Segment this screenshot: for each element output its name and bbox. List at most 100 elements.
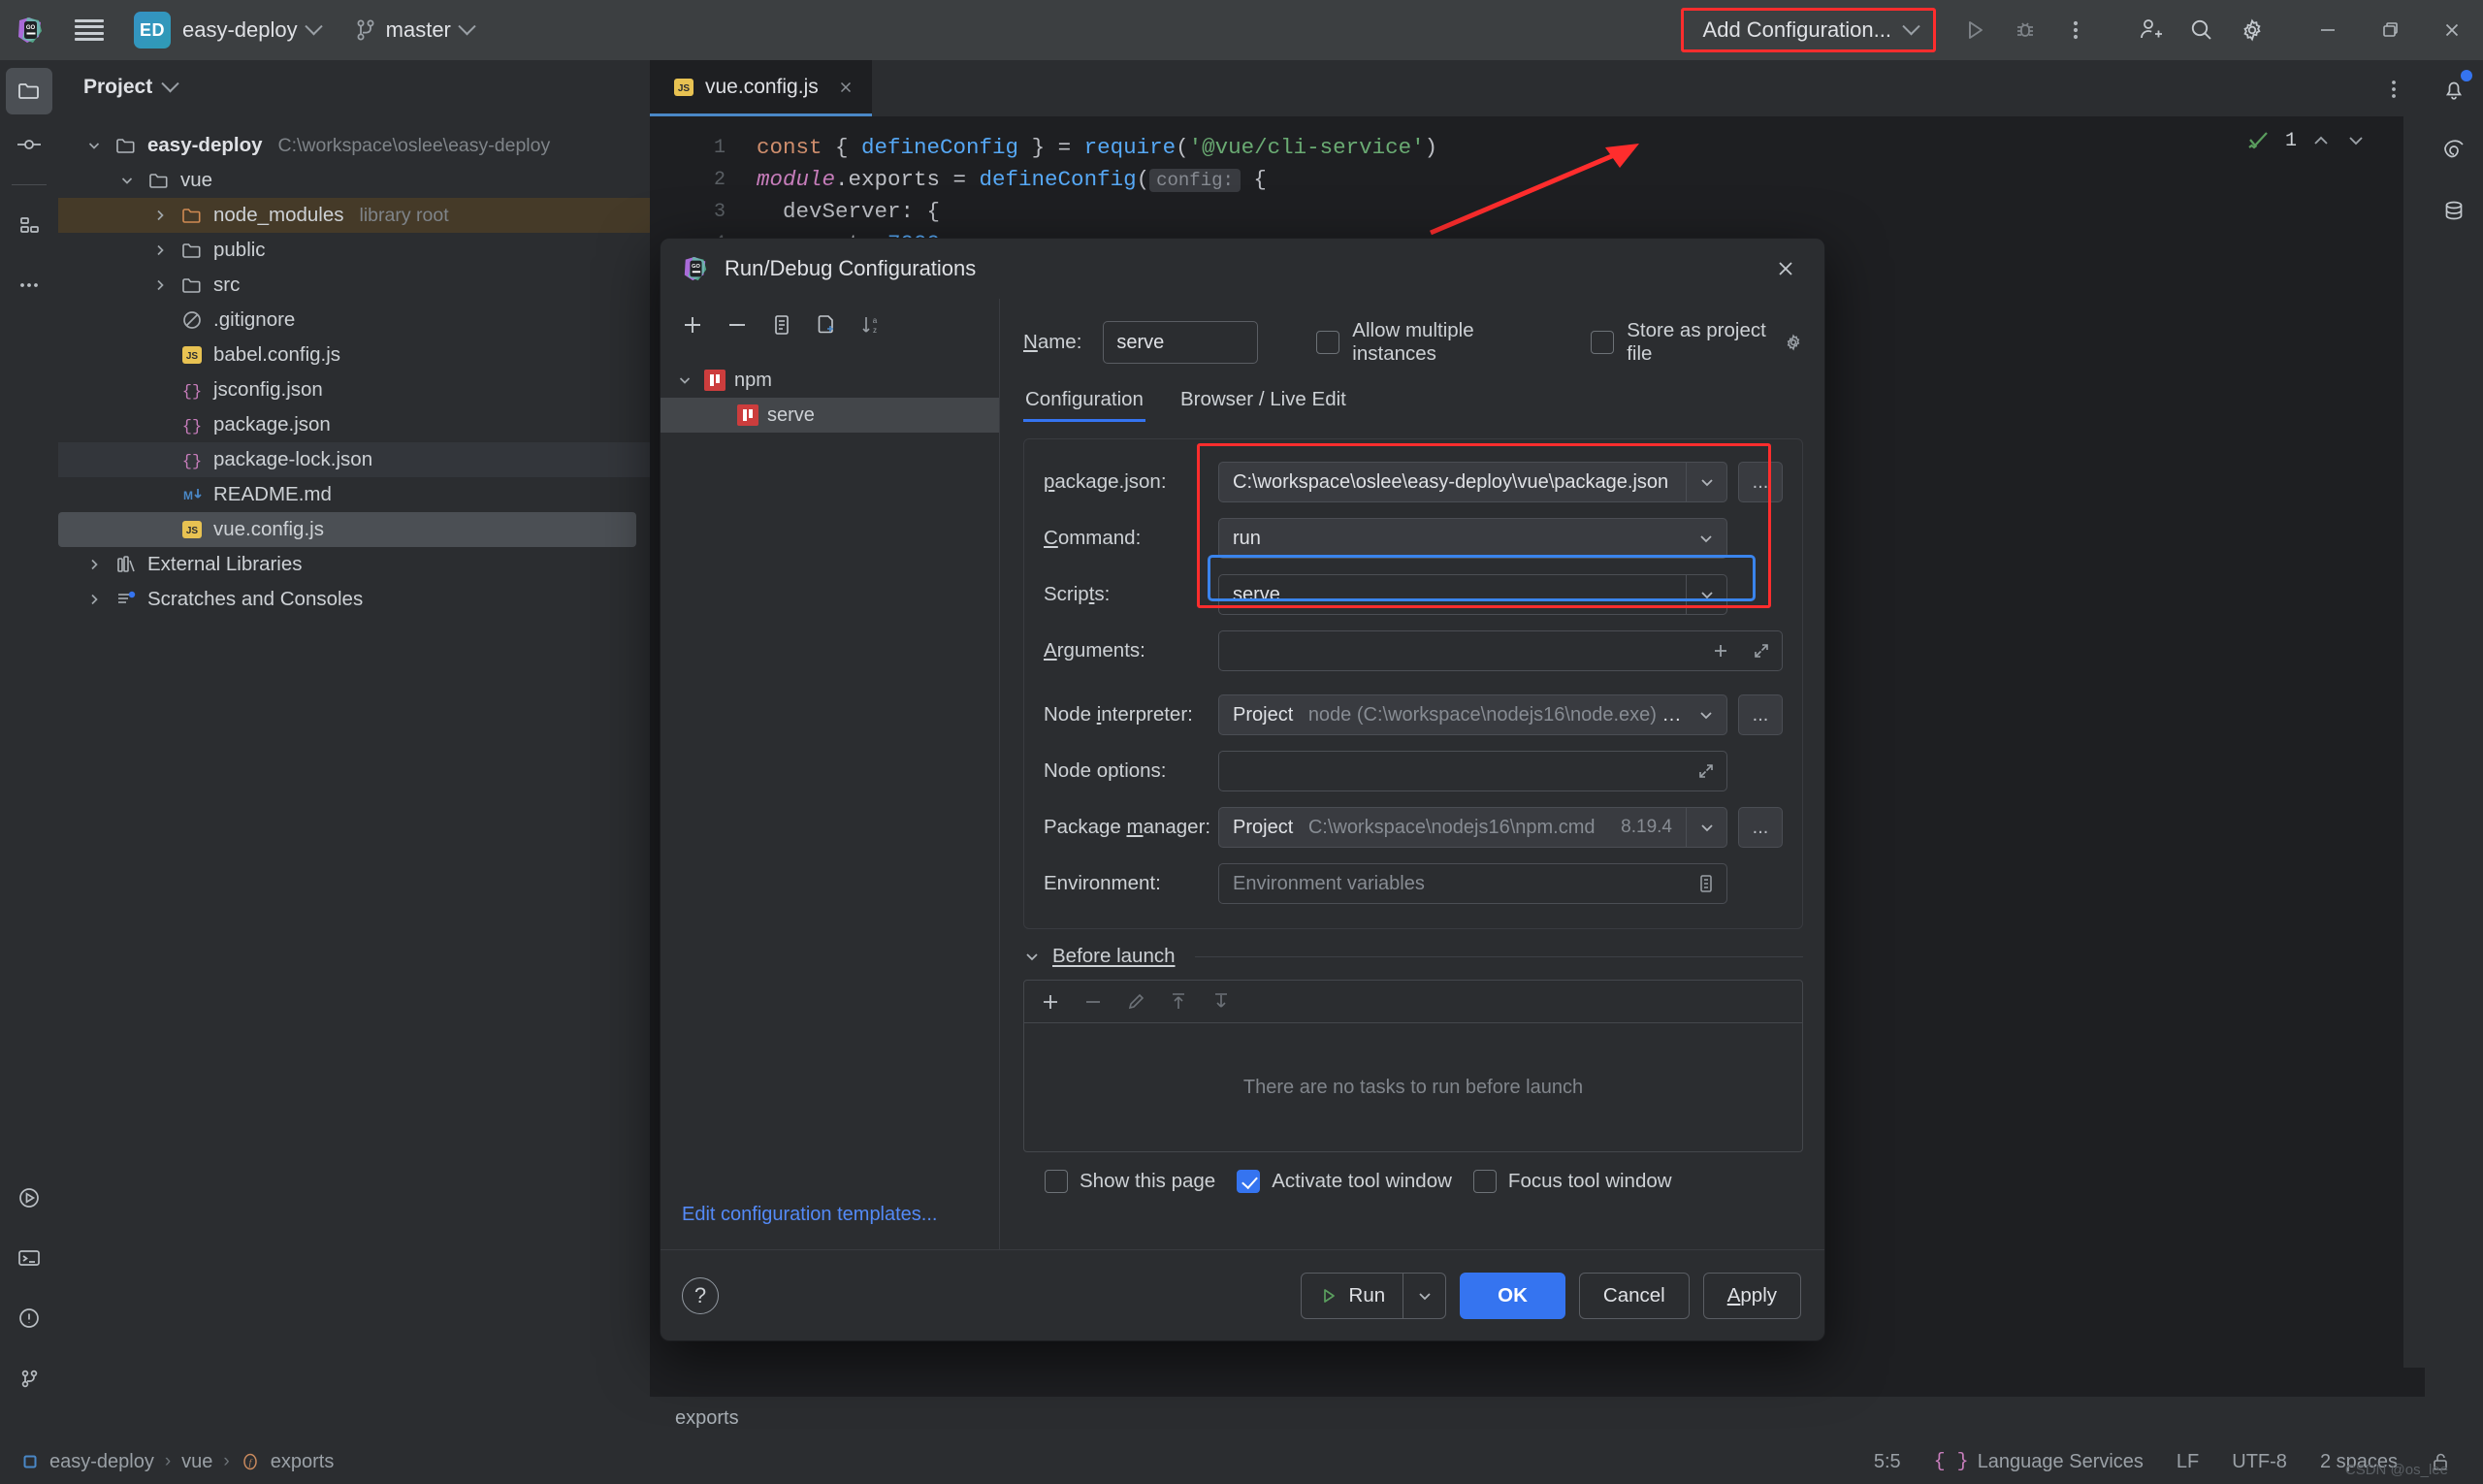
remove-configuration-icon[interactable] xyxy=(725,312,750,338)
close-icon[interactable] xyxy=(837,79,855,96)
run-button[interactable]: Run xyxy=(1300,1272,1447,1319)
chevron-down-icon[interactable] xyxy=(674,372,695,388)
store-as-project-file-checkbox[interactable]: Store as project file xyxy=(1591,319,1803,366)
debug-icon[interactable] xyxy=(2000,5,2050,55)
chevron-down-icon[interactable] xyxy=(1686,463,1726,501)
breadcrumb-item-0[interactable]: easy-deploy xyxy=(49,1451,154,1473)
node-options-input[interactable] xyxy=(1218,751,1727,791)
edit-configuration-templates[interactable]: Edit configuration templates... xyxy=(661,1204,999,1249)
activate-tool-window-checkbox[interactable]: Activate tool window xyxy=(1237,1170,1452,1193)
tab-configuration[interactable]: Configuration xyxy=(1023,382,1145,422)
database-icon[interactable] xyxy=(2425,180,2483,241)
main-menu-icon[interactable] xyxy=(60,0,118,60)
problems-icon[interactable] xyxy=(0,1288,58,1348)
minimize-button[interactable] xyxy=(2297,0,2359,60)
run-button-main[interactable]: Run xyxy=(1302,1274,1403,1318)
commit-tool-window-icon[interactable] xyxy=(0,114,58,175)
breadcrumb-item-2[interactable]: exports xyxy=(271,1451,335,1473)
browse-package-manager-button[interactable]: ... xyxy=(1738,807,1783,848)
project-selector[interactable]: easy-deploy xyxy=(171,10,332,50)
sort-configurations-icon[interactable]: az xyxy=(858,312,884,338)
allow-multiple-instances-checkbox[interactable]: Allow multiple instances xyxy=(1316,319,1536,366)
notifications-icon[interactable] xyxy=(2425,60,2483,120)
arguments-input[interactable] xyxy=(1218,630,1783,671)
project-tree-item-node-modules[interactable]: node_modules library root xyxy=(58,198,650,233)
expand-editor-icon[interactable] xyxy=(1741,641,1782,661)
tab-browser-live-edit[interactable]: Browser / Live Edit xyxy=(1178,382,1348,422)
gear-icon[interactable] xyxy=(1784,333,1803,352)
copy-configuration-icon[interactable] xyxy=(769,312,794,338)
project-tree-item-jsconfig-json[interactable]: {} jsconfig.json xyxy=(58,372,650,407)
chevron-down-icon[interactable] xyxy=(1686,695,1726,734)
caret-position[interactable]: 5:5 xyxy=(1874,1451,1901,1473)
show-this-page-checkbox[interactable]: Show this page xyxy=(1045,1170,1215,1193)
add-user-icon[interactable] xyxy=(2126,5,2177,55)
chevron-down-icon[interactable] xyxy=(1686,575,1726,614)
terminal-icon[interactable] xyxy=(0,1228,58,1288)
chevron-right-icon[interactable] xyxy=(83,589,105,610)
configuration-item-npm[interactable]: npm xyxy=(661,363,999,398)
chevron-right-icon[interactable] xyxy=(149,274,171,296)
name-input[interactable]: serve xyxy=(1103,321,1259,364)
chevron-down-icon[interactable] xyxy=(1686,519,1726,558)
more-vertical-icon[interactable] xyxy=(2050,5,2101,55)
line-separator-indicator[interactable]: LF xyxy=(2177,1451,2199,1473)
project-tree-item-package-lock-json[interactable]: {} package-lock.json xyxy=(58,442,650,477)
focus-tool-window-checkbox[interactable]: Focus tool window xyxy=(1472,1170,1672,1193)
environment-input[interactable]: Environment variables xyxy=(1218,863,1727,904)
project-tree-item-readme-md[interactable]: M README.md xyxy=(58,477,650,512)
project-tree-item-vue[interactable]: vue xyxy=(58,163,650,198)
project-tree-item-easy-deploy[interactable]: easy-deploy C:\workspace\oslee\easy-deplo… xyxy=(58,128,650,163)
chevron-down-icon[interactable] xyxy=(83,135,105,156)
chevron-right-icon[interactable] xyxy=(149,240,171,261)
save-configuration-icon[interactable] xyxy=(814,312,839,338)
command-combobox[interactable]: run xyxy=(1218,518,1727,559)
help-button[interactable]: ? xyxy=(682,1276,719,1314)
project-tree-item-scratches-and-consoles[interactable]: Scratches and Consoles xyxy=(58,582,650,617)
inspection-widget[interactable]: 1 xyxy=(2246,128,2367,153)
chevron-right-icon[interactable] xyxy=(83,554,105,575)
dialog-close-button[interactable] xyxy=(1766,249,1805,288)
run-tool-window-icon[interactable] xyxy=(0,1168,58,1228)
add-configuration-icon[interactable] xyxy=(680,312,705,338)
add-task-icon[interactable] xyxy=(1040,991,1061,1013)
editor-options-icon[interactable] xyxy=(2384,78,2403,101)
project-panel-header[interactable]: Project xyxy=(58,60,650,114)
branch-selector[interactable]: master xyxy=(343,10,485,50)
chevron-right-icon[interactable] xyxy=(149,205,171,226)
more-tool-windows-icon[interactable] xyxy=(0,255,58,315)
project-tool-window-icon[interactable] xyxy=(6,68,52,114)
package-manager-combobox[interactable]: Project C:\workspace\nodejs16\npm.cmd 8.… xyxy=(1218,807,1727,848)
structure-tool-window-icon[interactable] xyxy=(0,195,58,255)
chevron-down-icon[interactable] xyxy=(116,170,138,191)
project-tree-item--gitignore[interactable]: .gitignore xyxy=(58,303,650,338)
project-tree-item-public[interactable]: public xyxy=(58,233,650,268)
search-icon[interactable] xyxy=(2177,5,2227,55)
close-button[interactable] xyxy=(2421,0,2483,60)
breadcrumb-item-1[interactable]: vue xyxy=(181,1451,212,1473)
chevron-down-icon[interactable] xyxy=(1023,948,1041,965)
editor-tab-vue-config[interactable]: JS vue.config.js xyxy=(650,60,872,116)
cancel-button[interactable]: Cancel xyxy=(1578,1272,1690,1319)
edit-configuration-templates-link[interactable]: Edit configuration templates... xyxy=(682,1204,937,1225)
ok-button[interactable]: OK xyxy=(1460,1272,1565,1319)
before-launch-header[interactable]: Before launch xyxy=(1023,945,1803,968)
package-json-combobox[interactable]: C:\workspace\oslee\easy-deploy\vue\packa… xyxy=(1218,462,1727,502)
encoding-indicator[interactable]: UTF-8 xyxy=(2232,1451,2287,1473)
scripts-combobox[interactable]: serve xyxy=(1218,574,1727,615)
run-dropdown-button[interactable] xyxy=(1403,1273,1445,1318)
apply-button[interactable]: Apply xyxy=(1702,1272,1801,1319)
project-tree-item-src[interactable]: src xyxy=(58,268,650,303)
ai-assistant-icon[interactable] xyxy=(2425,120,2483,180)
expand-editor-icon[interactable] xyxy=(1686,761,1726,781)
browse-package-json-button[interactable]: ... xyxy=(1738,462,1783,502)
project-tree-item-external-libraries[interactable]: External Libraries xyxy=(58,547,650,582)
language-services-indicator[interactable]: { } Language Services xyxy=(1934,1451,2144,1473)
plus-icon[interactable] xyxy=(1700,641,1741,661)
chevron-down-icon[interactable] xyxy=(1686,808,1726,847)
gear-icon[interactable] xyxy=(2227,5,2277,55)
browse-node-interpreter-button[interactable]: ... xyxy=(1738,694,1783,735)
configuration-item-serve[interactable]: serve xyxy=(661,398,999,433)
chevron-down-icon[interactable] xyxy=(2345,130,2367,151)
chevron-up-icon[interactable] xyxy=(2310,130,2332,151)
